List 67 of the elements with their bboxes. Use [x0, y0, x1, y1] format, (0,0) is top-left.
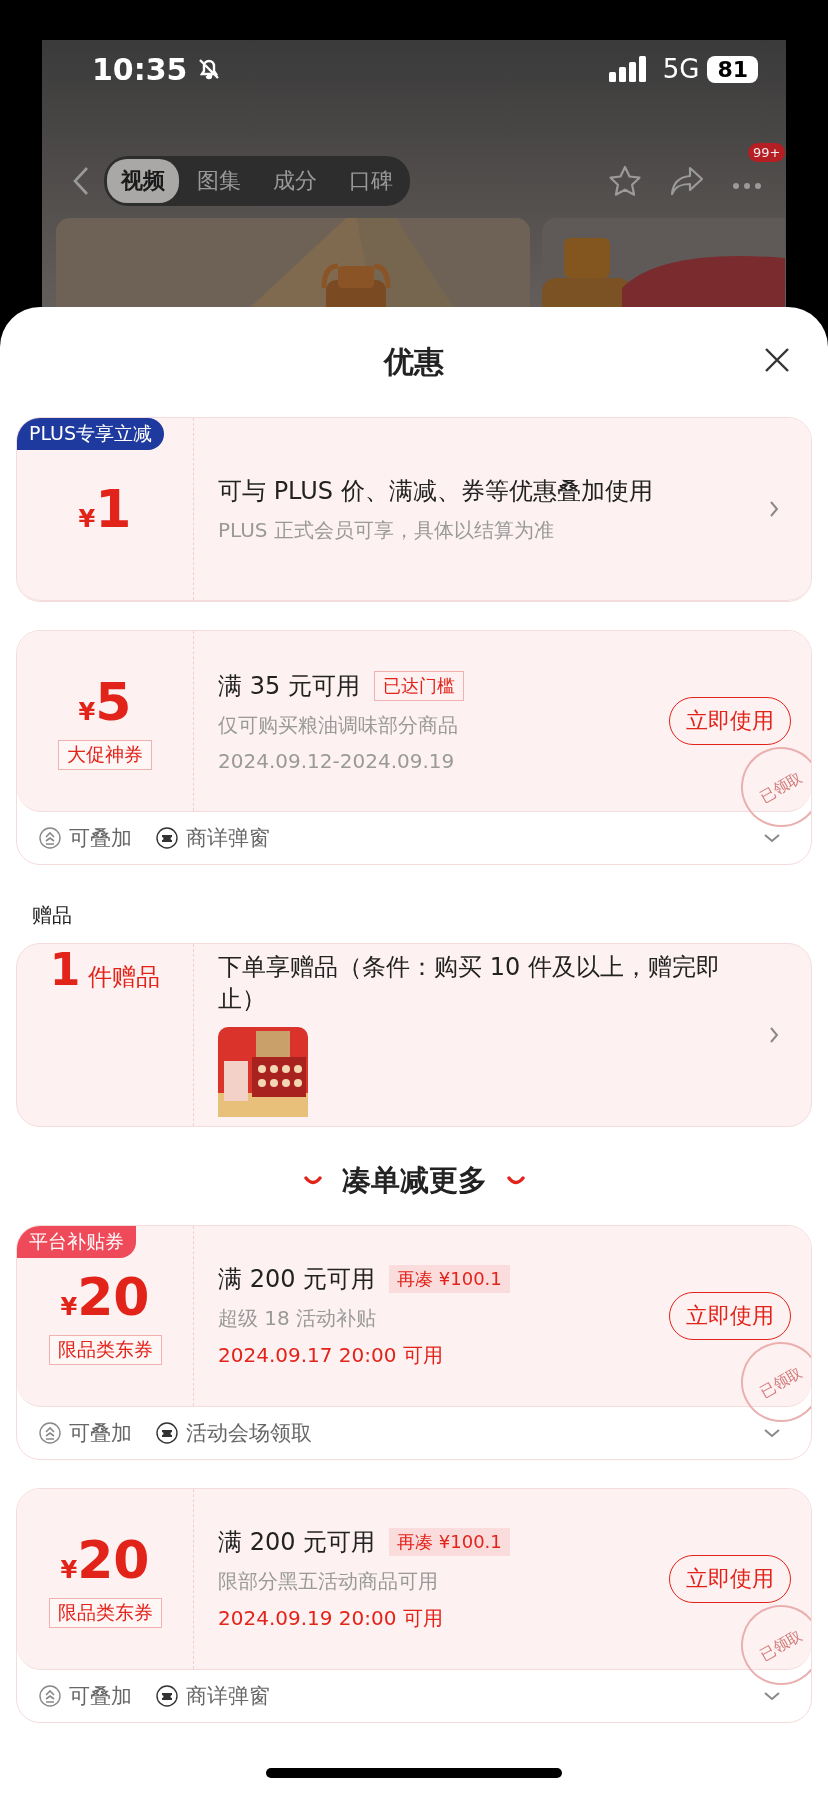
network-label: 5G	[662, 54, 700, 84]
section-heading: 赠品	[31, 901, 73, 929]
chevron-right-icon[interactable]	[769, 500, 779, 518]
threshold-badge: 已达门槛	[373, 670, 464, 701]
smile-curve-icon	[506, 1176, 525, 1186]
stack-icon	[39, 827, 61, 849]
coupon-feature: 活动会场领取	[186, 1420, 312, 1447]
sheet-title: 优惠	[384, 342, 444, 381]
coupon-amount: 5	[95, 672, 132, 732]
tab[interactable]: 视频	[107, 159, 179, 203]
notification-badge: 99+	[748, 142, 786, 162]
gift-count: 1	[49, 944, 81, 995]
more-icon[interactable]	[732, 181, 762, 190]
status-time: 10:35	[92, 51, 188, 87]
gift-unit: 件赠品	[88, 962, 161, 993]
coupon-title: 可与 PLUS 价、满减、券等优惠叠加使用	[218, 475, 653, 507]
currency-symbol: ¥	[78, 505, 96, 533]
tab[interactable]: 口碑	[335, 159, 407, 203]
stack-icon	[39, 1685, 61, 1707]
ticket-icon	[156, 1422, 178, 1444]
coupon-description: 仅可购买粮油调味部分商品	[218, 711, 459, 739]
back-icon[interactable]	[72, 166, 90, 196]
coupon-description: PLUS 正式会员可享，具体以结算为准	[218, 516, 555, 544]
coupon-type-tag: 大促神券	[58, 740, 152, 770]
threshold-badge: 再凑 ¥100.1	[389, 1528, 510, 1556]
coupon-title: 满 35 元可用	[218, 670, 360, 702]
chevron-down-icon[interactable]	[763, 1428, 781, 1438]
chevron-right-icon[interactable]	[769, 1026, 779, 1044]
coupon-feature: 可叠加	[69, 1683, 132, 1710]
coupon-amount: 1	[95, 479, 132, 539]
stack-icon	[39, 1422, 61, 1444]
tab[interactable]: 成分	[259, 159, 331, 203]
coupon-title: 满 200 元可用	[218, 1527, 376, 1558]
chevron-down-icon[interactable]	[763, 833, 781, 843]
coupon-feature: 可叠加	[69, 825, 132, 852]
share-icon[interactable]	[670, 166, 704, 196]
tab[interactable]: 图集	[183, 159, 255, 203]
section-heading: 凑单减更多	[341, 1162, 487, 1199]
coupon-type-tag: 限品类东券	[48, 1598, 162, 1628]
currency-symbol: ¥	[60, 1556, 78, 1584]
chevron-down-icon[interactable]	[763, 1691, 781, 1701]
currency-symbol: ¥	[60, 1293, 78, 1321]
currency-symbol: ¥	[78, 698, 96, 726]
coupon-title: 满 200 元可用	[218, 1264, 376, 1295]
signal-icon	[608, 56, 649, 82]
battery-indicator: 81	[707, 55, 758, 83]
coupon-amount: 20	[77, 1267, 150, 1327]
validity-date: 2024.09.19 20:00 可用	[218, 1605, 444, 1632]
coupon-feature: 商详弹窗	[186, 1683, 270, 1710]
smile-curve-icon	[303, 1176, 322, 1186]
validity-date: 2024.09.12-2024.09.19	[218, 748, 456, 773]
ticket-icon	[156, 827, 178, 849]
ticket-icon	[156, 1685, 178, 1707]
threshold-badge: 再凑 ¥100.1	[389, 1265, 510, 1293]
corner-tag: 平台补贴券	[17, 1226, 136, 1258]
corner-tag: PLUS专享立减	[17, 418, 165, 450]
star-icon[interactable]	[608, 165, 642, 197]
validity-date: 2024.09.17 20:00 可用	[218, 1342, 444, 1369]
coupon-description: 超级 18 活动补贴	[218, 1305, 378, 1332]
gift-title: 下单享赠品（条件：购买 10 件及以上，赠完即止）	[218, 952, 721, 1015]
coupon-description: 限部分黑五活动商品可用	[218, 1568, 439, 1595]
coupon-feature: 商详弹窗	[186, 825, 270, 852]
gift-card[interactable]: 1 件赠品 下单享赠品（条件：购买 10 件及以上，赠完即止）	[16, 943, 812, 1127]
coupon-amount: 20	[77, 1530, 150, 1590]
coupon-type-tag: 限品类东券	[48, 1335, 162, 1365]
coupon-feature: 可叠加	[69, 1420, 132, 1447]
close-icon[interactable]	[764, 347, 790, 373]
